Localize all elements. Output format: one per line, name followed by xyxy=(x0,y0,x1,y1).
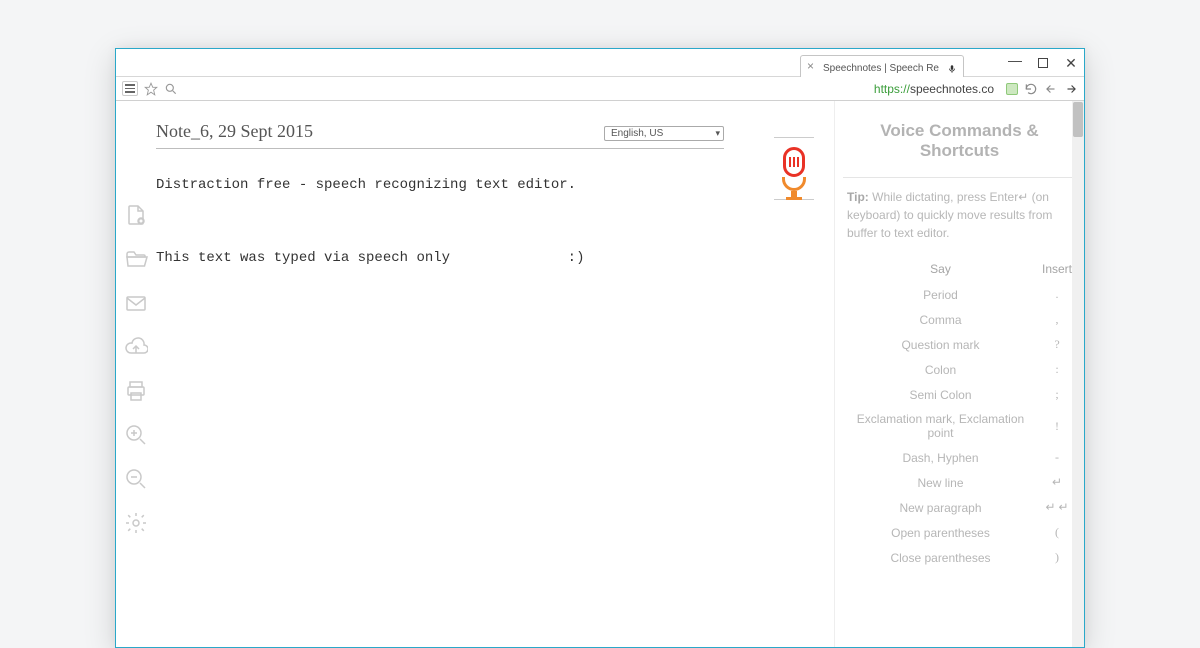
url-protocol: https:// xyxy=(874,82,910,96)
menu-icon[interactable] xyxy=(122,81,138,96)
command-row: Semi Colon; xyxy=(843,382,1076,407)
command-say: Semi Colon xyxy=(843,382,1038,407)
col-say: Say xyxy=(843,256,1038,282)
command-insert: ; xyxy=(1038,382,1076,407)
command-row: Exclamation mark, Exclamation point! xyxy=(843,407,1076,445)
command-insert: - xyxy=(1038,445,1076,470)
window-titlebar: × Speechnotes | Speech Re — ✕ xyxy=(116,49,1084,77)
browser-urlbar: https://speechnotes.co xyxy=(116,77,1084,101)
commands-sidebar: Voice Commands & Shortcuts Tip: While di… xyxy=(834,101,1084,647)
command-say: Dash, Hyphen xyxy=(843,445,1038,470)
tab-title: Speechnotes | Speech Re xyxy=(823,63,939,74)
command-say: Period xyxy=(843,282,1038,307)
command-row: New line↵ xyxy=(843,470,1076,495)
open-folder-icon[interactable] xyxy=(124,247,148,271)
command-row: Question mark? xyxy=(843,332,1076,357)
tip-label: Tip: xyxy=(847,190,869,204)
scrollbar-thumb[interactable] xyxy=(1073,102,1083,137)
command-row: Close parentheses) xyxy=(843,545,1076,570)
search-icon[interactable] xyxy=(164,82,178,96)
favorite-icon[interactable] xyxy=(144,82,158,96)
command-say: Colon xyxy=(843,357,1038,382)
zoom-out-icon[interactable] xyxy=(124,467,148,491)
command-row: Dash, Hyphen- xyxy=(843,445,1076,470)
command-row: New paragraph↵ ↵ xyxy=(843,495,1076,520)
command-row: Colon: xyxy=(843,357,1076,382)
command-say: Exclamation mark, Exclamation point xyxy=(843,407,1038,445)
app-content: Note_6, 29 Sept 2015 English, US Distrac… xyxy=(116,101,1084,647)
command-insert: , xyxy=(1038,307,1076,332)
print-icon[interactable] xyxy=(124,379,148,403)
command-insert: ) xyxy=(1038,545,1076,570)
forward-icon[interactable] xyxy=(1064,82,1078,96)
note-title[interactable]: Note_6, 29 Sept 2015 xyxy=(156,121,313,146)
new-note-icon[interactable] xyxy=(124,203,148,227)
command-say: New line xyxy=(843,470,1038,495)
reload-icon[interactable] xyxy=(1024,82,1038,96)
col-insert: Insert xyxy=(1038,256,1076,282)
command-insert: ( xyxy=(1038,520,1076,545)
email-icon[interactable] xyxy=(124,291,148,315)
browser-tab[interactable]: × Speechnotes | Speech Re xyxy=(800,55,964,77)
back-icon[interactable] xyxy=(1044,82,1058,96)
command-say: Comma xyxy=(843,307,1038,332)
mic-button[interactable] xyxy=(776,147,812,191)
tab-close-icon[interactable]: × xyxy=(807,60,819,72)
language-select[interactable]: English, US xyxy=(604,126,724,141)
browser-window: × Speechnotes | Speech Re — ✕ https://sp… xyxy=(115,48,1085,648)
command-insert: . xyxy=(1038,282,1076,307)
editor-area: Note_6, 29 Sept 2015 English, US Distrac… xyxy=(156,101,754,647)
command-insert: ? xyxy=(1038,332,1076,357)
command-row: Period. xyxy=(843,282,1076,307)
command-say: New paragraph xyxy=(843,495,1038,520)
tip-box: Tip: While dictating, press Enter↵ (on k… xyxy=(843,177,1076,256)
zoom-in-icon[interactable] xyxy=(124,423,148,447)
commands-table: Say Insert Period.Comma,Question mark?Co… xyxy=(843,256,1076,570)
url-field[interactable]: https://speechnotes.co xyxy=(184,82,1000,96)
left-toolbar xyxy=(116,101,156,647)
editor-text[interactable]: Distraction free - speech recognizing te… xyxy=(156,167,724,276)
command-row: Open parentheses( xyxy=(843,520,1076,545)
window-minimize-icon[interactable]: — xyxy=(1008,52,1022,69)
mic-column xyxy=(754,101,834,647)
command-insert: ↵ xyxy=(1038,470,1076,495)
divider-left xyxy=(774,137,814,138)
command-insert: ! xyxy=(1038,407,1076,445)
command-row: Comma, xyxy=(843,307,1076,332)
settings-gear-icon[interactable] xyxy=(124,511,148,535)
command-say: Open parentheses xyxy=(843,520,1038,545)
cloud-upload-icon[interactable] xyxy=(124,335,148,359)
command-say: Question mark xyxy=(843,332,1038,357)
url-host: speechnotes.co xyxy=(910,82,994,96)
vertical-scrollbar[interactable] xyxy=(1072,101,1084,647)
window-close-icon[interactable]: ✕ xyxy=(1064,55,1078,72)
command-insert: ↵ ↵ xyxy=(1038,495,1076,520)
window-maximize-icon[interactable] xyxy=(1036,55,1050,72)
tip-text: While dictating, press Enter↵ (on keyboa… xyxy=(847,190,1052,240)
lock-icon xyxy=(1006,83,1018,95)
tab-mic-icon xyxy=(947,64,957,74)
command-say: Close parentheses xyxy=(843,545,1038,570)
sidebar-title: Voice Commands & Shortcuts xyxy=(843,121,1076,161)
command-insert: : xyxy=(1038,357,1076,382)
